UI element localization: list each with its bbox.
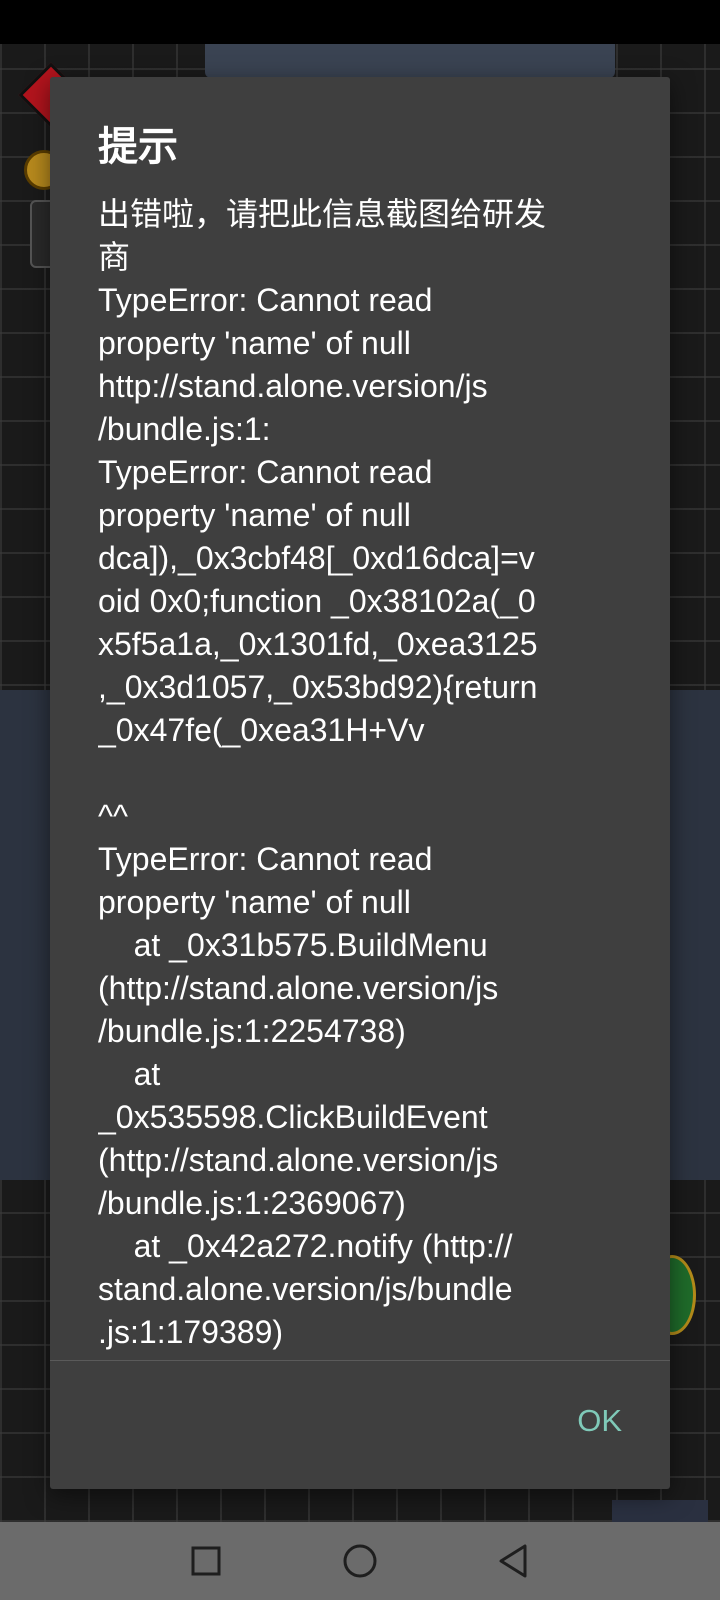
home-button[interactable]	[320, 1522, 400, 1600]
ok-button[interactable]: OK	[571, 1395, 628, 1447]
status-bar	[0, 0, 720, 44]
dialog-message: 出错啦，请把此信息截图给研发 商 TypeError: Cannot read …	[98, 196, 547, 1350]
dialog-message-scroll[interactable]: 出错啦，请把此信息截图给研发 商 TypeError: Cannot read …	[98, 193, 638, 1441]
back-button[interactable]	[473, 1522, 553, 1600]
screen: 提示 出错啦，请把此信息截图给研发 商 TypeError: Cannot re…	[0, 0, 720, 1600]
game-left-panel	[0, 690, 52, 1180]
game-top-panel	[205, 44, 615, 78]
dialog-title: 提示	[98, 124, 178, 170]
game-bottom-block	[612, 1500, 708, 1524]
circle-home-icon	[343, 1544, 377, 1578]
navigation-bar	[0, 1522, 720, 1600]
error-dialog: 提示 出错啦，请把此信息截图给研发 商 TypeError: Cannot re…	[50, 77, 670, 1489]
dialog-divider	[50, 1360, 670, 1361]
square-recent-apps-icon	[191, 1546, 221, 1576]
triangle-back-icon	[499, 1544, 527, 1578]
recent-apps-button[interactable]	[166, 1522, 246, 1600]
